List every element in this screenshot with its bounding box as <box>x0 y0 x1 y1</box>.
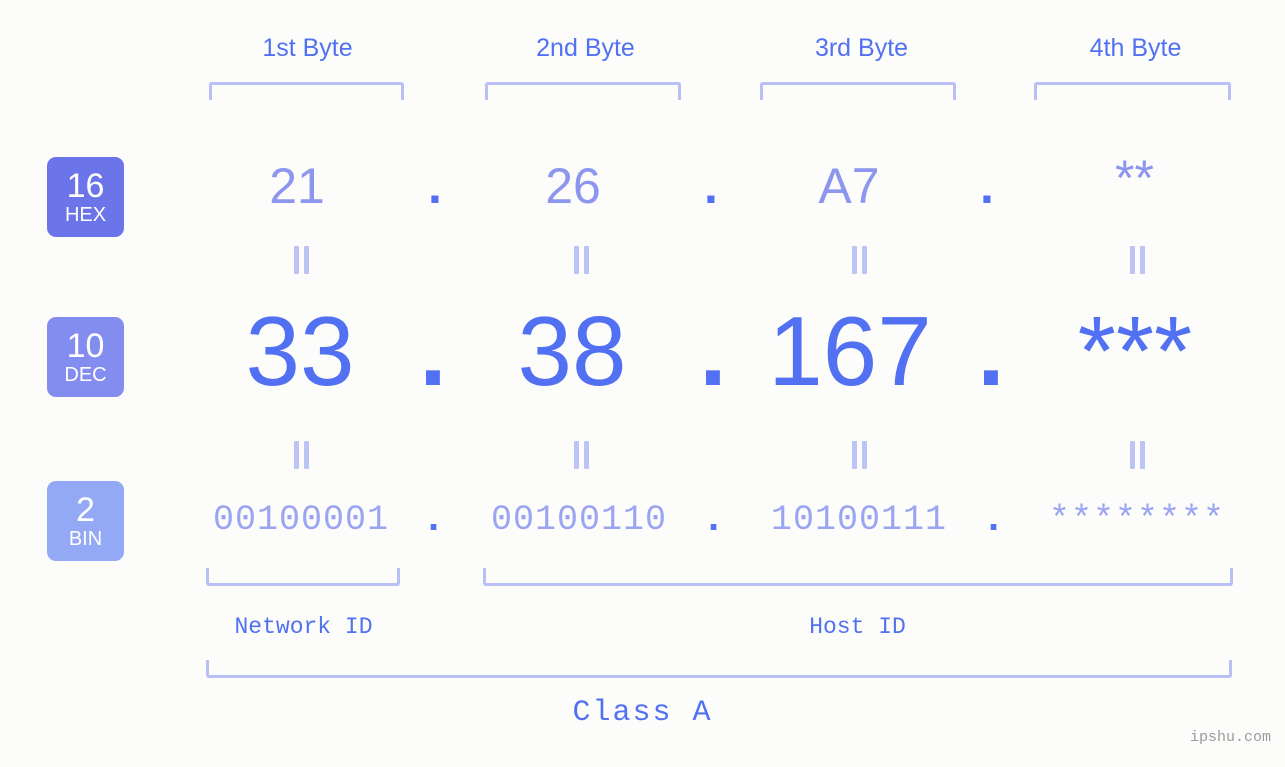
equals-mark-dec-bin-1 <box>288 440 314 470</box>
byte-header-1: 1st Byte <box>262 34 353 62</box>
host-id-bracket <box>483 568 1233 586</box>
byte-header-4: 4th Byte <box>1089 34 1182 62</box>
hex-byte-2: 26 <box>545 158 601 214</box>
hex-separator-3: . <box>980 158 994 214</box>
byte-bracket-top-1 <box>209 82 404 100</box>
equals-mark-hex-dec-3 <box>846 245 872 275</box>
base-badge-bin: 2 BIN <box>47 481 124 561</box>
base-badge-bin-number: 2 <box>76 490 95 529</box>
base-badge-hex-name: HEX <box>64 203 107 226</box>
base-badge-bin-name: BIN <box>68 527 103 550</box>
hex-byte-1: 21 <box>269 158 325 214</box>
dec-byte-3: 167 <box>768 296 932 406</box>
bin-byte-1: 00100001 <box>212 500 390 540</box>
base-badge-dec-number: 10 <box>66 326 105 365</box>
class-label: Class A <box>572 696 713 730</box>
bin-separator-1: . <box>427 495 441 539</box>
equals-mark-hex-dec-1 <box>288 245 314 275</box>
bin-separator-3: . <box>987 495 1001 539</box>
hex-byte-4: ** <box>1115 150 1154 206</box>
byte-bracket-top-2 <box>485 82 681 100</box>
equals-mark-dec-bin-2 <box>568 440 594 470</box>
base-badge-dec: 10 DEC <box>47 317 124 397</box>
equals-mark-dec-bin-3 <box>846 440 872 470</box>
byte-header-3: 3rd Byte <box>814 34 909 62</box>
hex-separator-1: . <box>428 158 442 214</box>
bin-byte-4: ******** <box>1048 500 1226 540</box>
equals-mark-dec-bin-4 <box>1124 440 1150 470</box>
byte-header-2: 2nd Byte <box>536 34 635 62</box>
host-id-label: Host ID <box>809 614 906 640</box>
dec-byte-2: 38 <box>517 296 627 406</box>
dec-byte-1: 33 <box>245 296 355 406</box>
network-id-label: Network ID <box>234 614 373 640</box>
bin-separator-2: . <box>707 495 721 539</box>
hex-byte-3: A7 <box>818 158 880 214</box>
byte-bracket-top-3 <box>760 82 956 100</box>
equals-mark-hex-dec-4 <box>1124 245 1150 275</box>
network-id-bracket <box>206 568 400 586</box>
ip-byte-breakdown-diagram: 1st Byte 2nd Byte 3rd Byte 4th Byte 16 H… <box>0 0 1285 767</box>
bin-byte-3: 10100111 <box>770 500 948 540</box>
byte-bracket-top-4 <box>1034 82 1231 100</box>
dec-separator-2: . <box>699 296 727 406</box>
site-watermark: ipshu.com <box>1189 729 1271 746</box>
class-bracket <box>206 660 1232 678</box>
dec-byte-4: *** <box>1077 296 1193 406</box>
base-badge-dec-name: DEC <box>64 363 107 386</box>
dec-separator-3: . <box>977 296 1005 406</box>
dec-separator-1: . <box>419 296 447 406</box>
bin-byte-2: 00100110 <box>490 500 668 540</box>
equals-mark-hex-dec-2 <box>568 245 594 275</box>
base-badge-hex: 16 HEX <box>47 157 124 237</box>
base-badge-hex-number: 16 <box>66 166 105 205</box>
hex-separator-2: . <box>704 158 718 214</box>
